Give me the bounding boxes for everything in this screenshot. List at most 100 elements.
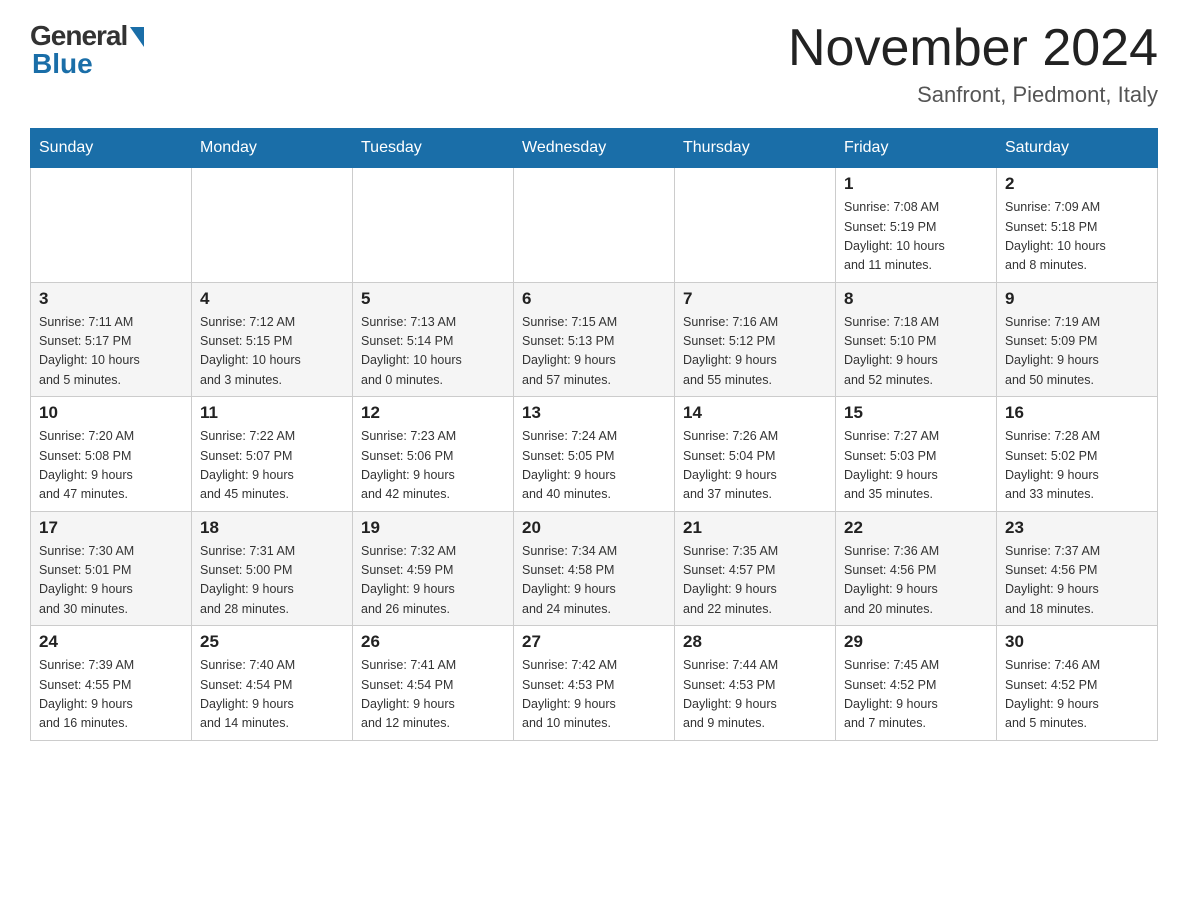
logo-blue-text: Blue <box>30 48 93 80</box>
day-number: 14 <box>683 403 827 423</box>
day-info: Sunrise: 7:30 AM Sunset: 5:01 PM Dayligh… <box>39 542 183 620</box>
calendar-table: SundayMondayTuesdayWednesdayThursdayFrid… <box>30 128 1158 741</box>
calendar-cell: 25Sunrise: 7:40 AM Sunset: 4:54 PM Dayli… <box>192 626 353 741</box>
calendar-cell: 9 Sunrise: 7:19 AM Sunset: 5:09 PM Daylig… <box>997 282 1158 397</box>
day-info: Sunrise: 7:11 AM Sunset: 5:17 PM Dayligh… <box>39 313 183 391</box>
calendar-cell: 26 Sunrise: 7:41 AM Sunset: 4:54 PM Dayli… <box>353 626 514 741</box>
day-of-week-header: Monday <box>192 129 353 168</box>
day-info: Sunrise: 7:15 AM Sunset: 5:13 PM Dayligh… <box>522 313 666 391</box>
day-number: 17 <box>39 518 183 538</box>
calendar-cell: 28 Sunrise: 7:44 AM Sunset: 4:53 PM Dayli… <box>675 626 836 741</box>
calendar-cell: 15 Sunrise: 7:27 AM Sunset: 5:03 PM Dayli… <box>836 397 997 512</box>
day-of-week-header: Wednesday <box>514 129 675 168</box>
calendar-cell: 27 Sunrise: 7:42 AM Sunset: 4:53 PM Dayli… <box>514 626 675 741</box>
calendar-cell: 18 Sunrise: 7:31 AM Sunset: 5:00 PM Dayli… <box>192 511 353 626</box>
calendar-cell: 23 Sunrise: 7:37 AM Sunset: 4:56 PM Dayli… <box>997 511 1158 626</box>
calendar-cell: 29 Sunrise: 7:45 AM Sunset: 4:52 PM Dayli… <box>836 626 997 741</box>
day-info: Sunrise: 7:28 AM Sunset: 5:02 PM Dayligh… <box>1005 427 1149 505</box>
calendar-cell <box>31 168 192 283</box>
day-info: Sunrise: 7:22 AM Sunset: 5:07 PM Dayligh… <box>200 427 344 505</box>
day-info: Sunrise: 7:20 AM Sunset: 5:08 PM Dayligh… <box>39 427 183 505</box>
calendar-week-row: 3Sunrise: 7:11 AM Sunset: 5:17 PM Daylig… <box>31 282 1158 397</box>
calendar-cell: 3Sunrise: 7:11 AM Sunset: 5:17 PM Daylig… <box>31 282 192 397</box>
calendar-cell: 1 Sunrise: 7:08 AM Sunset: 5:19 PM Daylig… <box>836 168 997 283</box>
calendar-week-row: 10 Sunrise: 7:20 AM Sunset: 5:08 PM Dayli… <box>31 397 1158 512</box>
day-info: Sunrise: 7:35 AM Sunset: 4:57 PM Dayligh… <box>683 542 827 620</box>
day-number: 15 <box>844 403 988 423</box>
calendar-cell: 16Sunrise: 7:28 AM Sunset: 5:02 PM Dayli… <box>997 397 1158 512</box>
logo: General Blue <box>30 20 144 80</box>
calendar-cell: 22 Sunrise: 7:36 AM Sunset: 4:56 PM Dayli… <box>836 511 997 626</box>
logo-arrow-icon <box>130 27 144 47</box>
day-info: Sunrise: 7:36 AM Sunset: 4:56 PM Dayligh… <box>844 542 988 620</box>
day-number: 25 <box>200 632 344 652</box>
calendar-cell <box>353 168 514 283</box>
day-info: Sunrise: 7:24 AM Sunset: 5:05 PM Dayligh… <box>522 427 666 505</box>
day-info: Sunrise: 7:31 AM Sunset: 5:00 PM Dayligh… <box>200 542 344 620</box>
day-info: Sunrise: 7:45 AM Sunset: 4:52 PM Dayligh… <box>844 656 988 734</box>
day-number: 13 <box>522 403 666 423</box>
day-number: 27 <box>522 632 666 652</box>
calendar-cell: 10 Sunrise: 7:20 AM Sunset: 5:08 PM Dayli… <box>31 397 192 512</box>
day-info: Sunrise: 7:27 AM Sunset: 5:03 PM Dayligh… <box>844 427 988 505</box>
day-info: Sunrise: 7:08 AM Sunset: 5:19 PM Dayligh… <box>844 198 988 276</box>
calendar-cell: 13 Sunrise: 7:24 AM Sunset: 5:05 PM Dayli… <box>514 397 675 512</box>
day-of-week-header: Thursday <box>675 129 836 168</box>
day-info: Sunrise: 7:39 AM Sunset: 4:55 PM Dayligh… <box>39 656 183 734</box>
day-number: 6 <box>522 289 666 309</box>
calendar-cell: 4Sunrise: 7:12 AM Sunset: 5:15 PM Daylig… <box>192 282 353 397</box>
day-number: 1 <box>844 174 988 194</box>
calendar-cell: 19 Sunrise: 7:32 AM Sunset: 4:59 PM Dayli… <box>353 511 514 626</box>
calendar-cell: 2Sunrise: 7:09 AM Sunset: 5:18 PM Daylig… <box>997 168 1158 283</box>
location-title: Sanfront, Piedmont, Italy <box>788 82 1158 108</box>
day-number: 12 <box>361 403 505 423</box>
day-number: 19 <box>361 518 505 538</box>
calendar-cell: 6 Sunrise: 7:15 AM Sunset: 5:13 PM Daylig… <box>514 282 675 397</box>
day-info: Sunrise: 7:41 AM Sunset: 4:54 PM Dayligh… <box>361 656 505 734</box>
calendar-header-row: SundayMondayTuesdayWednesdayThursdayFrid… <box>31 129 1158 168</box>
day-number: 23 <box>1005 518 1149 538</box>
day-number: 2 <box>1005 174 1149 194</box>
day-number: 21 <box>683 518 827 538</box>
day-number: 10 <box>39 403 183 423</box>
day-info: Sunrise: 7:19 AM Sunset: 5:09 PM Dayligh… <box>1005 313 1149 391</box>
calendar-cell: 30 Sunrise: 7:46 AM Sunset: 4:52 PM Dayli… <box>997 626 1158 741</box>
day-number: 26 <box>361 632 505 652</box>
calendar-cell <box>514 168 675 283</box>
calendar-cell: 12 Sunrise: 7:23 AM Sunset: 5:06 PM Dayli… <box>353 397 514 512</box>
day-info: Sunrise: 7:46 AM Sunset: 4:52 PM Dayligh… <box>1005 656 1149 734</box>
calendar-cell <box>192 168 353 283</box>
day-of-week-header: Sunday <box>31 129 192 168</box>
day-of-week-header: Saturday <box>997 129 1158 168</box>
day-number: 29 <box>844 632 988 652</box>
calendar-cell: 5Sunrise: 7:13 AM Sunset: 5:14 PM Daylig… <box>353 282 514 397</box>
day-number: 18 <box>200 518 344 538</box>
calendar-cell: 7Sunrise: 7:16 AM Sunset: 5:12 PM Daylig… <box>675 282 836 397</box>
day-info: Sunrise: 7:32 AM Sunset: 4:59 PM Dayligh… <box>361 542 505 620</box>
day-number: 20 <box>522 518 666 538</box>
day-number: 4 <box>200 289 344 309</box>
day-number: 30 <box>1005 632 1149 652</box>
calendar-cell: 20 Sunrise: 7:34 AM Sunset: 4:58 PM Dayli… <box>514 511 675 626</box>
day-info: Sunrise: 7:44 AM Sunset: 4:53 PM Dayligh… <box>683 656 827 734</box>
calendar-cell <box>675 168 836 283</box>
day-info: Sunrise: 7:42 AM Sunset: 4:53 PM Dayligh… <box>522 656 666 734</box>
day-info: Sunrise: 7:37 AM Sunset: 4:56 PM Dayligh… <box>1005 542 1149 620</box>
day-info: Sunrise: 7:34 AM Sunset: 4:58 PM Dayligh… <box>522 542 666 620</box>
day-number: 28 <box>683 632 827 652</box>
day-info: Sunrise: 7:18 AM Sunset: 5:10 PM Dayligh… <box>844 313 988 391</box>
day-number: 24 <box>39 632 183 652</box>
day-info: Sunrise: 7:23 AM Sunset: 5:06 PM Dayligh… <box>361 427 505 505</box>
calendar-cell: 17 Sunrise: 7:30 AM Sunset: 5:01 PM Dayli… <box>31 511 192 626</box>
day-info: Sunrise: 7:16 AM Sunset: 5:12 PM Dayligh… <box>683 313 827 391</box>
calendar-cell: 11Sunrise: 7:22 AM Sunset: 5:07 PM Dayli… <box>192 397 353 512</box>
calendar-cell: 24 Sunrise: 7:39 AM Sunset: 4:55 PM Dayli… <box>31 626 192 741</box>
calendar-cell: 21 Sunrise: 7:35 AM Sunset: 4:57 PM Dayli… <box>675 511 836 626</box>
day-info: Sunrise: 7:13 AM Sunset: 5:14 PM Dayligh… <box>361 313 505 391</box>
day-of-week-header: Tuesday <box>353 129 514 168</box>
calendar-week-row: 17 Sunrise: 7:30 AM Sunset: 5:01 PM Dayli… <box>31 511 1158 626</box>
day-number: 8 <box>844 289 988 309</box>
calendar-week-row: 1 Sunrise: 7:08 AM Sunset: 5:19 PM Daylig… <box>31 168 1158 283</box>
day-number: 9 <box>1005 289 1149 309</box>
day-number: 22 <box>844 518 988 538</box>
